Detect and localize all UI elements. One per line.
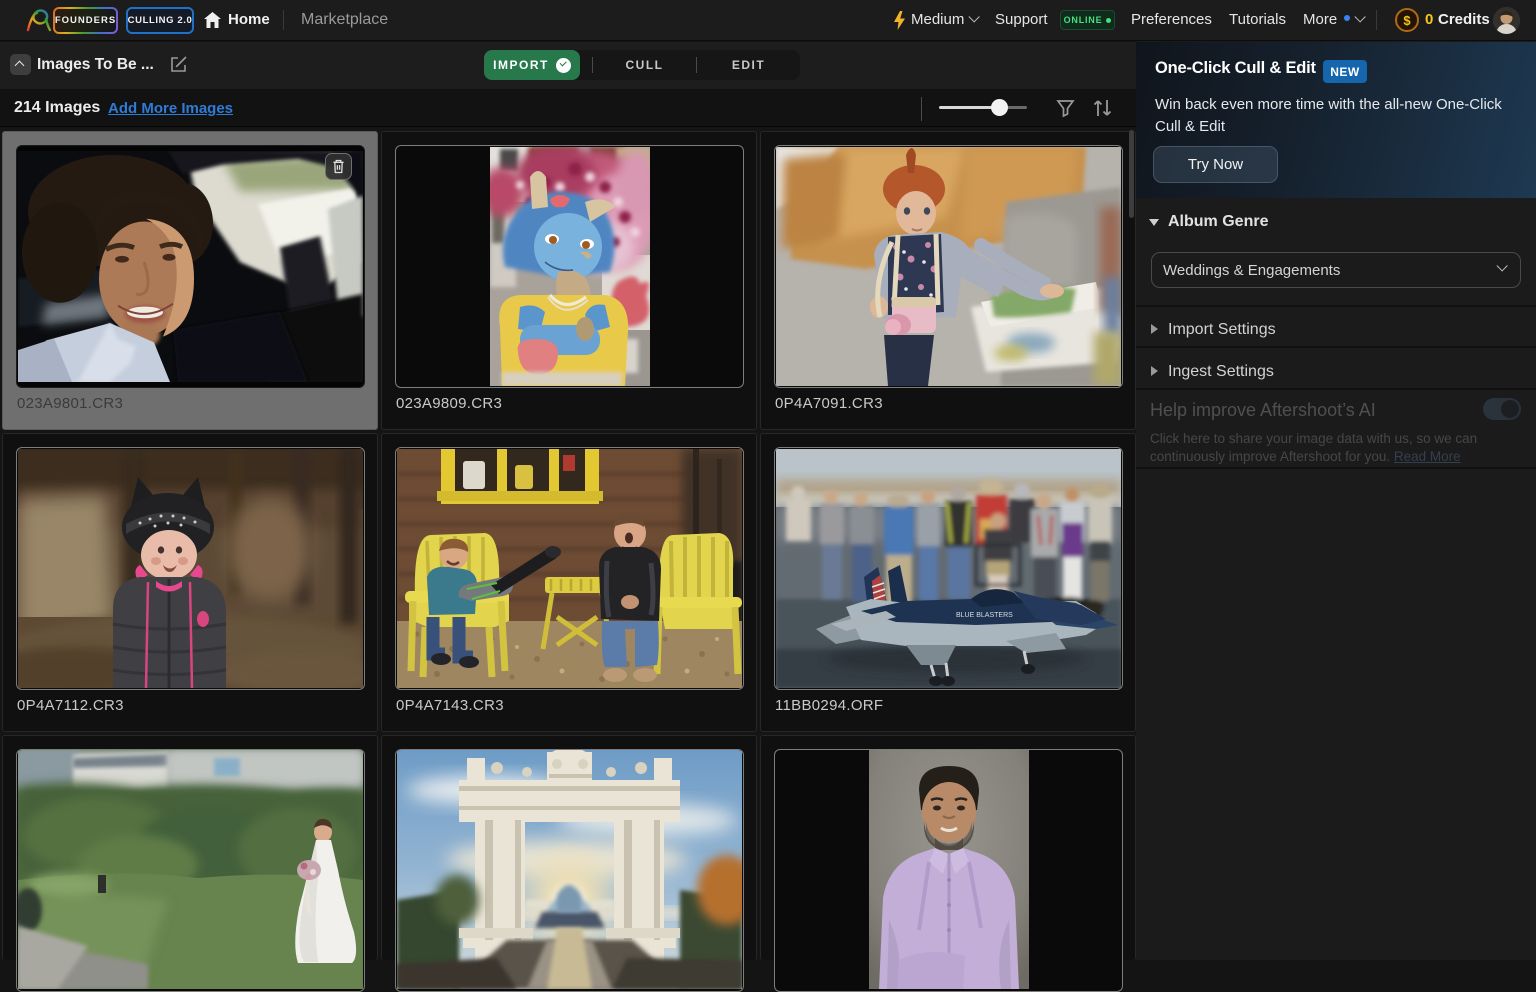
svg-text:BLUE BLASTERS: BLUE BLASTERS (956, 612, 1013, 619)
